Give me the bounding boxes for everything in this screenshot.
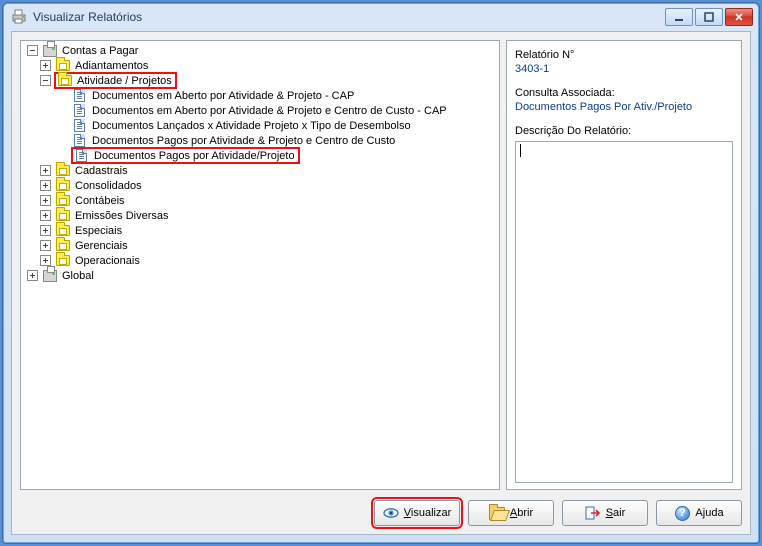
expand-icon[interactable] bbox=[40, 195, 51, 206]
tree-leaf-selected[interactable]: Documentos Pagos por Atividade/Projeto bbox=[57, 148, 497, 163]
eye-icon bbox=[383, 505, 399, 521]
expand-icon[interactable] bbox=[27, 270, 38, 281]
document-icon bbox=[72, 104, 87, 117]
printer-icon bbox=[42, 269, 57, 282]
tree-leaf[interactable]: Documentos em Aberto por Atividade & Pro… bbox=[57, 88, 497, 103]
minimize-button[interactable] bbox=[665, 8, 693, 26]
highlight-box: Atividade / Projetos bbox=[54, 72, 177, 89]
tree-leaf[interactable]: Documentos Lançados x Atividade Projeto … bbox=[57, 118, 497, 133]
description-label: Descrição Do Relatório: bbox=[515, 125, 733, 137]
highlight-box: Documentos Pagos por Atividade/Projeto bbox=[71, 147, 300, 164]
close-button[interactable] bbox=[725, 8, 753, 26]
tree-node[interactable]: Cadastrais bbox=[40, 163, 497, 178]
expand-icon[interactable] bbox=[40, 165, 51, 176]
expand-icon[interactable] bbox=[40, 180, 51, 191]
report-tree[interactable]: Contas a Pagar Adiantamentos bbox=[20, 40, 500, 490]
client-area: Contas a Pagar Adiantamentos bbox=[11, 31, 751, 535]
maximize-button[interactable] bbox=[695, 8, 723, 26]
expand-icon[interactable] bbox=[40, 210, 51, 221]
expand-icon[interactable] bbox=[40, 60, 51, 71]
folder-icon bbox=[55, 254, 70, 267]
expand-icon[interactable] bbox=[40, 240, 51, 251]
abrir-button[interactable]: Abrir bbox=[468, 500, 554, 526]
folder-icon bbox=[55, 194, 70, 207]
folder-icon bbox=[55, 209, 70, 222]
printer-icon bbox=[42, 44, 57, 57]
associated-query-value: Documentos Pagos Por Ativ./Projeto bbox=[515, 101, 733, 113]
printer-icon bbox=[11, 9, 27, 25]
titlebar: Visualizar Relatórios bbox=[3, 3, 759, 31]
sair-button[interactable]: Sair bbox=[562, 500, 648, 526]
tree-leaf[interactable]: Documentos Pagos por Atividade & Projeto… bbox=[57, 133, 497, 148]
window-frame: Visualizar Relatórios bbox=[2, 2, 760, 544]
document-icon bbox=[74, 149, 89, 162]
tree-leaf[interactable]: Documentos em Aberto por Atividade & Pro… bbox=[57, 103, 497, 118]
expand-icon[interactable] bbox=[40, 255, 51, 266]
report-number-label: Relatório N° bbox=[515, 49, 733, 61]
document-icon bbox=[72, 89, 87, 102]
tree-node-adiantamentos[interactable]: Adiantamentos bbox=[40, 58, 497, 73]
tree-node-contas-a-pagar[interactable]: Contas a Pagar bbox=[23, 43, 497, 58]
exit-icon bbox=[585, 505, 601, 521]
report-number-value: 3403-1 bbox=[515, 63, 733, 75]
folder-open-icon bbox=[489, 505, 505, 521]
tree-node[interactable]: Consolidados bbox=[40, 178, 497, 193]
expand-icon[interactable] bbox=[40, 225, 51, 236]
description-textarea[interactable] bbox=[515, 141, 733, 483]
tree-node[interactable]: Especiais bbox=[40, 223, 497, 238]
text-caret bbox=[520, 144, 521, 157]
collapse-icon[interactable] bbox=[40, 75, 51, 86]
tree-node[interactable]: Contábeis bbox=[40, 193, 497, 208]
tree-node[interactable]: Emissões Diversas bbox=[40, 208, 497, 223]
tree-node[interactable]: Gerenciais bbox=[40, 238, 497, 253]
collapse-icon[interactable] bbox=[27, 45, 38, 56]
visualizar-button[interactable]: Visualizar bbox=[374, 500, 460, 526]
folder-icon bbox=[55, 179, 70, 192]
folder-icon bbox=[55, 224, 70, 237]
ajuda-button[interactable]: ? Ajuda bbox=[656, 500, 742, 526]
tree-node-global[interactable]: Global bbox=[23, 268, 497, 283]
button-bar: Visualizar Abrir Sair ? Ajuda bbox=[12, 494, 750, 534]
folder-icon bbox=[55, 164, 70, 177]
document-icon bbox=[72, 134, 87, 147]
folder-icon bbox=[55, 239, 70, 252]
folder-icon bbox=[55, 59, 70, 72]
tree-node[interactable]: Operacionais bbox=[40, 253, 497, 268]
window-title: Visualizar Relatórios bbox=[33, 10, 142, 24]
folder-icon bbox=[57, 74, 72, 87]
tree-node-atividade-projetos[interactable]: Atividade / Projetos bbox=[40, 73, 497, 88]
details-panel: Relatório N° 3403-1 Consulta Associada: … bbox=[506, 40, 742, 490]
help-icon: ? bbox=[674, 505, 690, 521]
associated-query-label: Consulta Associada: bbox=[515, 87, 733, 99]
document-icon bbox=[72, 119, 87, 132]
